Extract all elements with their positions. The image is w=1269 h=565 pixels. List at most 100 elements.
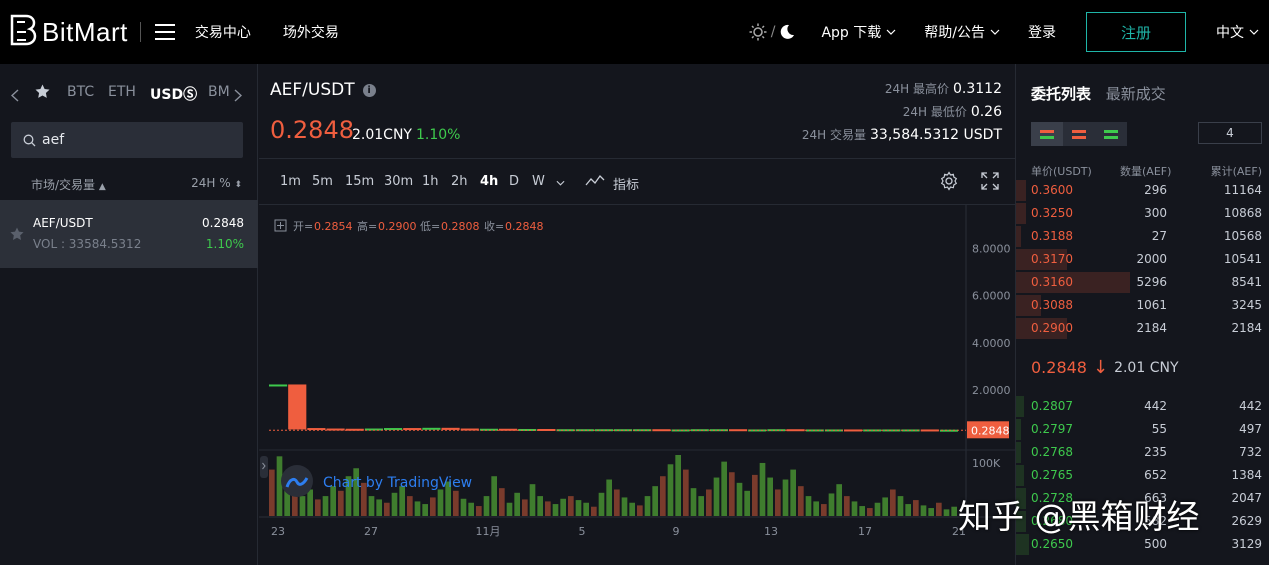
- sort-by-change[interactable]: 24H % ⬍: [191, 176, 242, 190]
- header-price: 单价(USDT): [1031, 165, 1092, 178]
- ask-row[interactable]: 0.3188 27 10568: [1016, 225, 1269, 248]
- last-price-value: 0.2848: [1031, 358, 1087, 377]
- volume-bar: [499, 488, 505, 516]
- timeframe-d[interactable]: D: [509, 174, 519, 189]
- market-tab-bm[interactable]: BM: [208, 84, 230, 100]
- timeframe-30m[interactable]: 30m: [384, 174, 413, 189]
- depth-bar: [1016, 203, 1027, 224]
- legend-close: 0.2848: [505, 220, 544, 233]
- price-chart[interactable]: 8.00006.00004.00002.0000 23 27 11月 5 9 13 17 21…: [259, 205, 1015, 565]
- ticker-last-price: 0.2848: [270, 116, 354, 144]
- moon-icon[interactable]: [779, 24, 795, 40]
- ask-row[interactable]: 0.3170 2000 10541: [1016, 248, 1269, 271]
- volume-bar: [652, 486, 658, 516]
- volume-bar: [545, 501, 551, 516]
- help-menu[interactable]: 帮助/公告: [924, 22, 1000, 42]
- chevron-left-icon[interactable]: [11, 89, 19, 102]
- ask-price: 0.3250: [1031, 206, 1073, 220]
- app-download-label: App 下载: [821, 25, 882, 41]
- ask-row[interactable]: 0.3160 5296 8541: [1016, 271, 1269, 294]
- bid-row[interactable]: 0.2807 442 442: [1016, 395, 1269, 418]
- nav-otc[interactable]: 场外交易: [283, 22, 339, 42]
- market-row-aef-usdt[interactable]: AEF/USDT VOL : 33584.5312 0.2848 1.10%: [0, 200, 258, 268]
- ticker-change: 1.10%: [416, 127, 461, 143]
- favorites-star-icon[interactable]: [35, 84, 50, 99]
- ask-price: 0.2900: [1031, 321, 1073, 335]
- volume-bar: [782, 479, 789, 516]
- register-button[interactable]: 注册: [1086, 12, 1186, 52]
- chevron-down-icon[interactable]: [556, 180, 565, 186]
- price-tick: 6.0000: [972, 290, 1011, 303]
- stat-volume: 24H 交易量 33,584.5312 USDT: [801, 127, 1002, 143]
- timeframe-w[interactable]: W: [532, 174, 545, 189]
- volume-bar: [736, 482, 743, 516]
- ask-price: 0.3088: [1031, 298, 1073, 312]
- nav-trade-center[interactable]: 交易中心: [195, 22, 251, 42]
- timeframe-2h[interactable]: 2h: [451, 174, 468, 189]
- sort-by-volume[interactable]: 市场/交易量 ▲: [31, 176, 106, 193]
- ask-row[interactable]: 0.3250 300 10868: [1016, 202, 1269, 225]
- volume-bar: [591, 506, 597, 516]
- volume-bar: [821, 504, 827, 516]
- search-input[interactable]: [42, 132, 222, 148]
- volume-bar: [430, 497, 436, 516]
- volume-bar: [621, 497, 628, 516]
- view-asks-button[interactable]: [1063, 122, 1095, 146]
- fullscreen-icon[interactable]: [981, 172, 999, 190]
- app-download-menu[interactable]: App 下载: [821, 22, 896, 42]
- ask-row[interactable]: 0.3088 1061 3245: [1016, 294, 1269, 317]
- volume-bar: [468, 502, 474, 516]
- menu-icon[interactable]: [154, 24, 175, 40]
- ask-price: 0.3188: [1031, 229, 1073, 243]
- timeframe-5m[interactable]: 5m: [312, 174, 333, 189]
- volume-bar: [476, 506, 482, 516]
- volume-bar: [951, 506, 957, 516]
- volume-bar: [376, 499, 382, 516]
- volume-bar: [276, 456, 283, 516]
- sun-icon[interactable]: [749, 23, 767, 41]
- timeframe-4h[interactable]: 4h: [480, 174, 498, 189]
- market-tab-eth[interactable]: ETH: [108, 84, 136, 100]
- indicator-icon[interactable]: [585, 174, 605, 188]
- info-icon[interactable]: i: [362, 83, 376, 97]
- bid-row[interactable]: 0.2768 235 732: [1016, 441, 1269, 464]
- volume-bar: [882, 497, 888, 516]
- market-tab-btc[interactable]: BTC: [67, 84, 94, 100]
- ask-cum: 8541: [1231, 275, 1262, 289]
- tab-latest-trades[interactable]: 最新成交: [1106, 85, 1166, 103]
- volume-bar: [775, 489, 781, 516]
- timeframe-15m[interactable]: 15m: [345, 174, 374, 189]
- last-price-marker: 0.2848: [967, 421, 1010, 439]
- ask-row[interactable]: 0.2900 2184 2184: [1016, 317, 1269, 340]
- timeframe-1m[interactable]: 1m: [280, 174, 301, 189]
- volume-bar: [460, 498, 467, 516]
- favorite-star-icon[interactable]: [10, 227, 24, 241]
- ticker-cny: 2.01CNY: [352, 127, 412, 143]
- bid-row[interactable]: 0.2765 652 1384: [1016, 464, 1269, 487]
- depth-select[interactable]: 4: [1198, 122, 1262, 144]
- ask-row[interactable]: 0.3600 296 11164: [1016, 179, 1269, 202]
- ticker-stats: 24H 最高价 0.3112 24H 最低价 0.26 24H 交易量 33,584.…: [802, 78, 1002, 147]
- candle: [403, 428, 422, 431]
- logo[interactable]: BitMart: [8, 0, 128, 64]
- orderbook-view-toggle: [1031, 122, 1127, 146]
- market-tab-usds[interactable]: USDⓈ: [150, 84, 197, 104]
- legend-low-label: 低=: [420, 220, 440, 233]
- ask-cum: 10541: [1223, 252, 1262, 266]
- view-bids-button[interactable]: [1095, 122, 1127, 146]
- chevron-right-icon[interactable]: [234, 89, 242, 102]
- collapse-toggle[interactable]: [260, 456, 268, 478]
- volume-bar: [867, 508, 873, 516]
- volume-bar: [644, 496, 651, 516]
- theme-toggle[interactable]: /: [749, 23, 796, 41]
- gear-icon[interactable]: [939, 171, 959, 191]
- ask-cum: 2184: [1231, 321, 1262, 335]
- view-both-button[interactable]: [1031, 122, 1063, 146]
- tab-orderbook[interactable]: 委托列表: [1031, 85, 1091, 103]
- time-tick: 9: [673, 525, 680, 538]
- login-link[interactable]: 登录: [1028, 22, 1056, 42]
- timeframe-1h[interactable]: 1h: [422, 174, 439, 189]
- indicator-button[interactable]: 指标: [613, 174, 639, 193]
- language-menu[interactable]: 中文: [1216, 22, 1259, 42]
- bid-row[interactable]: 0.2797 55 497: [1016, 418, 1269, 441]
